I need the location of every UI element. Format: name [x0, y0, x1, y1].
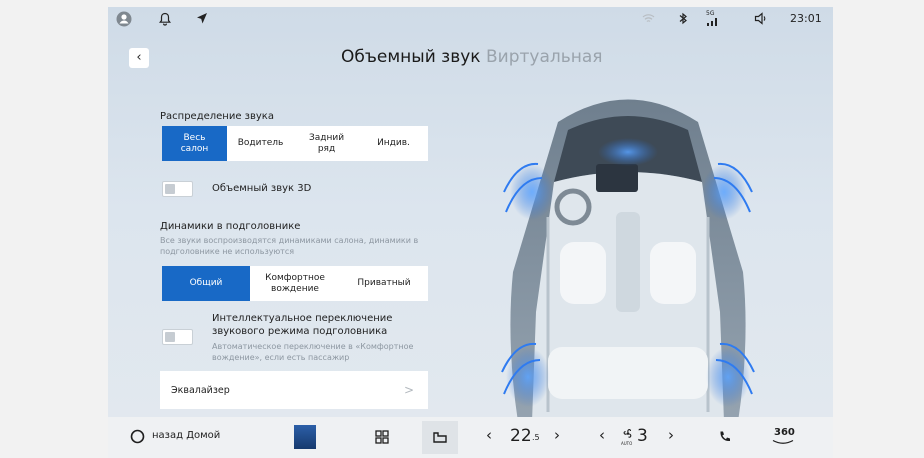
option-private[interactable]: Приватный [340, 266, 428, 301]
car-seat-icon [433, 432, 447, 443]
home-label[interactable]: назад Домой [152, 430, 220, 441]
fan-increase-button[interactable]: › [668, 426, 674, 444]
smart-switch-label: Интеллектуальное переключение звукового … [212, 313, 393, 337]
fan-icon [623, 429, 632, 438]
wifi-icon [642, 14, 655, 22]
sound-distribution-label: Распределение звука [160, 111, 274, 122]
status-bar: 5G 23:01 [108, 7, 833, 37]
back-button[interactable]: ‹ [129, 48, 149, 68]
user-avatar-icon[interactable] [116, 11, 132, 27]
surround-3d-toggle[interactable] [162, 181, 193, 197]
view-360-button[interactable]: 360 [774, 427, 795, 438]
navigation-arrow-icon[interactable] [196, 12, 208, 25]
apps-grid-icon[interactable] [375, 430, 389, 444]
volume-icon[interactable] [754, 12, 768, 25]
fan-decrease-button[interactable]: ‹ [599, 426, 605, 444]
temp-value: 22 [510, 426, 532, 446]
bluetooth-icon [679, 12, 687, 25]
chevron-right-icon: > [403, 383, 414, 397]
smart-switch-description: Автоматическое переключение в «Комфортно… [212, 342, 414, 362]
phone-icon[interactable] [718, 430, 732, 444]
option-comfort-driving[interactable]: Комфортное вождение [250, 266, 340, 301]
tab-virtual[interactable]: Виртуальная [486, 47, 603, 67]
view-360-arc-icon [772, 439, 794, 444]
bell-icon[interactable] [159, 12, 171, 26]
temp-decimal: .5 [532, 433, 540, 442]
clock: 23:01 [790, 12, 822, 25]
tab-surround-sound[interactable]: Объемный звук [341, 47, 481, 67]
option-whole-cabin[interactable]: Весь салон [162, 126, 227, 161]
headrest-speakers-description: Все звуки воспроизводятся динамиками сал… [160, 236, 419, 256]
car-settings-button[interactable] [422, 421, 458, 454]
fan-level: 3 [637, 426, 648, 446]
screen: 5G 23:01 ‹ Объемный звук Виртуальная Рас… [108, 7, 833, 458]
car-illustration [501, 99, 755, 422]
signal-bars-icon [707, 18, 717, 26]
equalizer-row[interactable]: Эквалайзер > [160, 371, 428, 409]
surround-3d-label: Объемный звук 3D [212, 183, 312, 194]
home-circle-icon[interactable] [130, 429, 145, 444]
option-rear-row[interactable]: Задний ряд [294, 126, 359, 161]
temp-increase-button[interactable]: › [554, 426, 560, 444]
option-custom[interactable]: Индив. [359, 126, 428, 161]
option-driver[interactable]: Водитель [227, 126, 294, 161]
temp-decrease-button[interactable]: ‹ [486, 426, 492, 444]
fan-mode-label: AUTO [621, 441, 633, 446]
smart-switch-toggle[interactable] [162, 329, 193, 345]
equalizer-label: Эквалайзер [171, 384, 230, 396]
signal-label: 5G [706, 10, 715, 17]
sound-distribution-segmented: Весь салон Водитель Задний ряд Индив. [162, 126, 428, 161]
headrest-mode-segmented: Общий Комфортное вождение Приватный [162, 266, 428, 301]
option-shared[interactable]: Общий [162, 266, 250, 301]
dock-bar: назад Домой ‹ 22 .5 › ‹ AUTO 3 › 360 [108, 417, 833, 458]
headrest-speakers-label: Динамики в подголовнике [160, 221, 301, 232]
media-thumbnail[interactable] [294, 425, 316, 449]
